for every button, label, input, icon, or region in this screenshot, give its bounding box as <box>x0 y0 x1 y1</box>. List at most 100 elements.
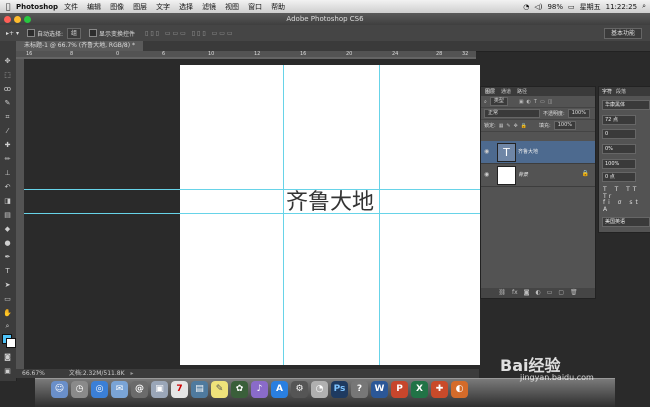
opentype-icons[interactable]: fi σ st A <box>603 199 650 213</box>
layer-filter-dropdown[interactable]: 类型 <box>489 97 508 106</box>
lock-icons[interactable]: ▦✎✥🔒 <box>499 123 530 129</box>
auto-select-dropdown[interactable]: 组 <box>67 27 82 39</box>
move-tool-icon[interactable]: ✥ <box>3 57 12 65</box>
history-brush-tool-icon[interactable]: ↶ <box>3 183 12 191</box>
layer-name[interactable]: 齐鲁大地 <box>518 148 538 155</box>
type-tool-icon[interactable]: T <box>3 267 12 275</box>
blend-mode-dropdown[interactable]: 正常 <box>484 109 540 118</box>
tab-channels[interactable]: 通道 <box>501 88 511 95</box>
status-arrow-icon[interactable]: ▸ <box>130 370 133 377</box>
visibility-eye-icon[interactable]: ◉ <box>484 171 489 178</box>
minimize-window-icon[interactable] <box>14 16 21 23</box>
canvas-text-layer[interactable]: 齐鲁大地 <box>180 184 480 216</box>
tab-paragraph[interactable]: 段落 <box>616 88 626 95</box>
menu-layer[interactable]: 图层 <box>133 2 147 12</box>
calendar-icon[interactable]: 7 <box>171 381 188 398</box>
menu-image[interactable]: 图像 <box>110 2 124 12</box>
gradient-tool-icon[interactable]: ▤ <box>3 211 12 219</box>
menu-type[interactable]: 文字 <box>156 2 170 12</box>
document-canvas[interactable]: 齐鲁大地 <box>180 65 480 365</box>
fill-input[interactable]: 100% <box>553 121 577 130</box>
app-icon[interactable]: ◐ <box>451 381 468 398</box>
address-book-icon[interactable]: @ <box>131 381 148 398</box>
marquee-tool-icon[interactable]: ⬚ <box>3 71 12 79</box>
quick-mask-icon[interactable]: ◙ <box>3 353 12 361</box>
adjustment-icon[interactable]: ◐ <box>535 288 540 298</box>
fx-icon[interactable]: fx <box>512 288 518 298</box>
document-tab[interactable]: 未标题-1 @ 66.7% (齐鲁大地, RGB/8) * <box>16 41 143 51</box>
zoom-level[interactable]: 66.67% <box>22 370 45 377</box>
word-icon[interactable]: W <box>371 381 388 398</box>
layer-row-background[interactable]: ◉ 背景 🔒 <box>481 164 595 187</box>
photoshop-dock-icon[interactable]: Ps <box>331 381 348 398</box>
close-window-icon[interactable] <box>4 16 11 23</box>
dashboard-icon[interactable]: ◷ <box>71 381 88 398</box>
auto-select-checkbox[interactable] <box>26 29 35 37</box>
iphoto-icon[interactable]: ✿ <box>231 381 248 398</box>
font-size-input[interactable]: 72 点 <box>602 115 636 125</box>
powerpoint-icon[interactable]: P <box>391 381 408 398</box>
visibility-eye-icon[interactable]: ◉ <box>484 148 489 155</box>
time-machine-icon[interactable]: ◔ <box>311 381 328 398</box>
tracking-input[interactable]: 0% <box>602 144 636 154</box>
app-menu[interactable]: Photoshop <box>16 3 58 11</box>
pen-tool-icon[interactable]: ✒ <box>3 253 12 261</box>
stamp-tool-icon[interactable]: ⊥ <box>3 169 12 177</box>
app-store-icon[interactable]: A <box>271 381 288 398</box>
lasso-tool-icon[interactable]: ꝏ <box>3 85 12 93</box>
trash-icon[interactable]: 🗑 <box>570 288 578 298</box>
hand-tool-icon[interactable]: ✋ <box>3 309 12 317</box>
menu-select[interactable]: 选择 <box>179 2 193 12</box>
menu-view[interactable]: 视图 <box>225 2 239 12</box>
baseline-input[interactable]: 0 点 <box>602 172 636 182</box>
quick-select-tool-icon[interactable]: ✎ <box>3 99 12 107</box>
zoom-window-icon[interactable] <box>24 16 31 23</box>
screen-mode-icon[interactable]: ▣ <box>3 367 12 375</box>
scale-input[interactable]: 100% <box>602 159 636 169</box>
photo-icon[interactable]: ▣ <box>151 381 168 398</box>
menu-window[interactable]: 窗口 <box>248 2 262 12</box>
layer-name[interactable]: 背景 <box>518 171 528 178</box>
opacity-input[interactable]: 100% <box>567 109 590 118</box>
shape-tool-icon[interactable]: ▭ <box>3 295 12 303</box>
apple-menu-icon[interactable]:  <box>0 2 16 11</box>
itunes-icon[interactable]: ♪ <box>251 381 268 398</box>
menu-file[interactable]: 文件 <box>64 2 78 12</box>
menu-filter[interactable]: 滤镜 <box>202 2 216 12</box>
help-icon[interactable]: ? <box>351 381 368 398</box>
font-family-dropdown[interactable]: 华康黑体 <box>602 100 650 110</box>
volume-icon[interactable]: ◁) <box>534 3 542 11</box>
mail-icon[interactable]: ✉ <box>111 381 128 398</box>
new-layer-icon[interactable]: ▢ <box>558 288 564 298</box>
align-icons[interactable]: ▯▯▯ ▭▭▭ ▯▯▯ ▭▭▭ <box>145 30 235 37</box>
healing-tool-icon[interactable]: ✚ <box>3 141 12 149</box>
menu-edit[interactable]: 编辑 <box>87 2 101 12</box>
safari-icon[interactable]: ◎ <box>91 381 108 398</box>
group-icon[interactable]: ▭ <box>547 288 553 298</box>
preview-icon[interactable]: ▤ <box>191 381 208 398</box>
clock[interactable]: 11:22:25 <box>606 3 637 11</box>
text-style-icons[interactable]: T T TT Tr <box>603 186 650 200</box>
doc-size[interactable]: 文档:2.32M/511.8K <box>69 370 125 377</box>
tab-character[interactable]: 字符 <box>602 88 612 95</box>
day-label[interactable]: 星期五 <box>580 2 601 12</box>
dodge-tool-icon[interactable]: ● <box>3 239 12 247</box>
zoom-tool-icon[interactable]: ⌕ <box>3 322 12 330</box>
background-color-swatch[interactable] <box>6 338 16 348</box>
mask-icon[interactable]: ◙ <box>524 288 530 298</box>
system-preferences-icon[interactable]: ⚙ <box>291 381 308 398</box>
menu-help[interactable]: 帮助 <box>271 2 285 12</box>
brush-tool-icon[interactable]: ✏ <box>3 155 12 163</box>
eyedropper-tool-icon[interactable]: ⁄ <box>3 127 12 135</box>
tab-layers[interactable]: 图层 <box>485 88 495 95</box>
blur-tool-icon[interactable]: ◆ <box>3 225 12 233</box>
tab-paths[interactable]: 路径 <box>517 88 527 95</box>
move-tool-preset-icon[interactable]: ▸+ ▾ <box>6 30 19 37</box>
excel-icon[interactable]: X <box>411 381 428 398</box>
workspace-dropdown[interactable]: 基本功能 <box>603 27 642 39</box>
filter-icons[interactable]: ▣◐T▭◫ <box>519 99 556 105</box>
notes-icon[interactable]: ✎ <box>211 381 228 398</box>
wifi-icon[interactable]: ◔ <box>523 3 529 11</box>
layer-row-text[interactable]: ◉ T 齐鲁大地 <box>481 141 595 164</box>
finder-icon[interactable]: ☺ <box>51 381 68 398</box>
